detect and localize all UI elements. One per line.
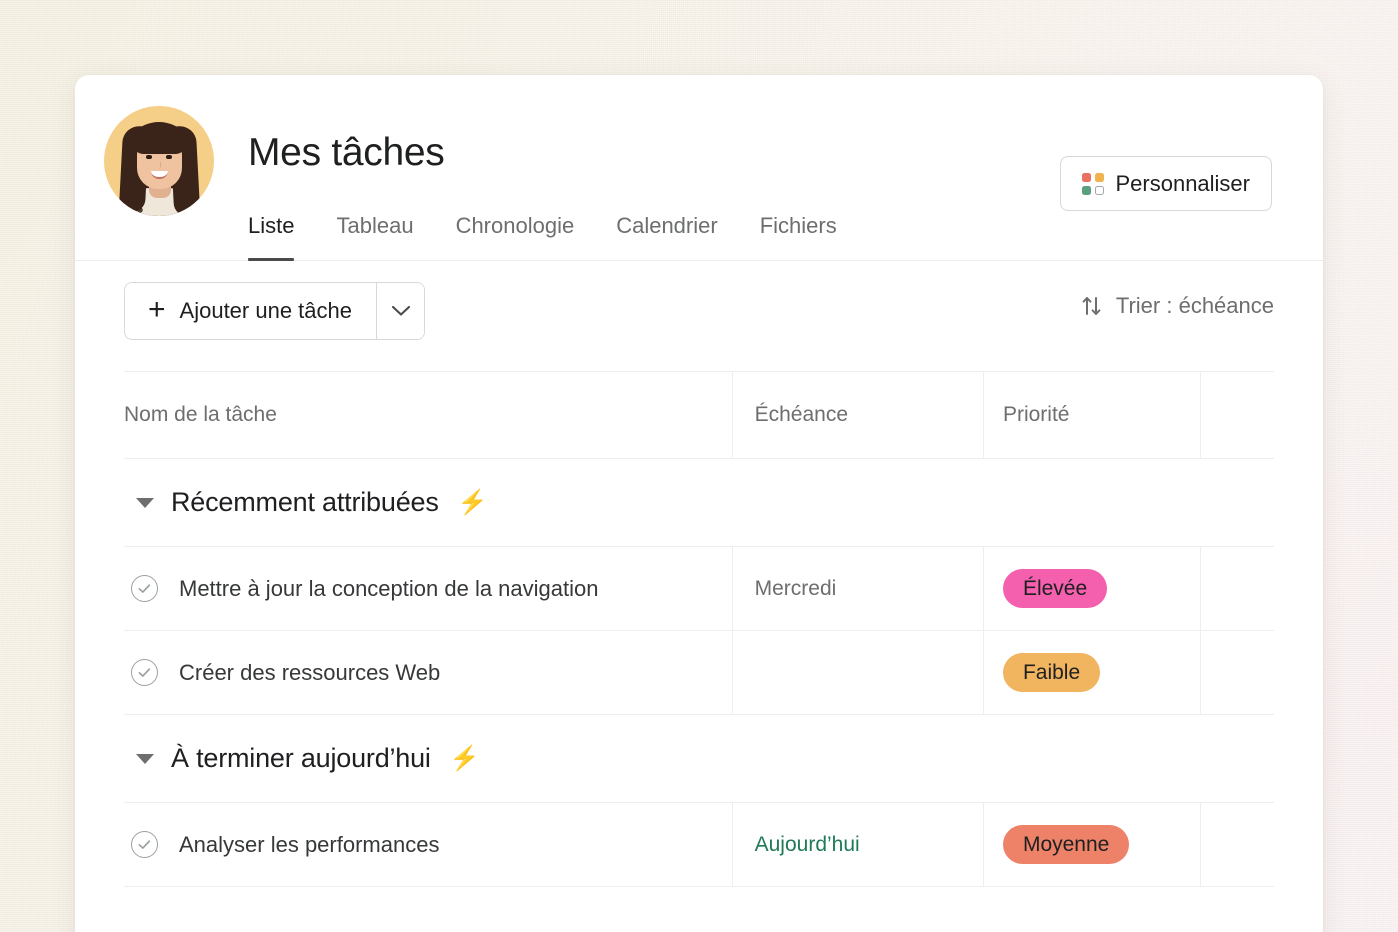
sort-label: Trier : échéance xyxy=(1115,293,1274,318)
tab-tableau[interactable]: Tableau xyxy=(336,213,413,261)
table-row[interactable]: Créer des ressources Web Faible xyxy=(124,631,1274,715)
avatar-fringe xyxy=(134,128,185,154)
task-name-cell: Analyser les performances xyxy=(124,803,732,886)
toolbar: + Ajouter une tâche Trier : échéance xyxy=(75,261,1323,371)
column-header-priority: Priorité xyxy=(1002,403,1070,426)
task-due: Aujourd’hui xyxy=(754,832,860,856)
caret-down-icon[interactable] xyxy=(136,753,154,764)
task-priority-cell[interactable]: Élevée xyxy=(982,547,1200,630)
view-tabs: Liste Tableau Chronologie Calendrier Fic… xyxy=(248,200,837,261)
add-task-label: Ajouter une tâche xyxy=(179,298,352,323)
task-due: Mercredi xyxy=(754,576,837,600)
task-name-cell: Mettre à jour la conception de la naviga… xyxy=(124,547,732,630)
check-icon xyxy=(138,840,151,849)
task-due-cell[interactable] xyxy=(731,631,983,714)
sort-arrows-icon xyxy=(1082,297,1101,315)
status-badge[interactable]: Faible xyxy=(1002,653,1101,692)
check-circle-icon[interactable] xyxy=(131,831,158,858)
customize-button-label: Personnaliser xyxy=(1115,170,1250,196)
task-name: Analyser les performances xyxy=(179,831,440,857)
section-title: À terminer aujourd’hui xyxy=(171,743,431,773)
avatar-eye-left xyxy=(146,155,152,159)
table-row[interactable]: Analyser les performances Aujourd’hui Mo… xyxy=(124,803,1274,887)
chevron-down-icon xyxy=(391,305,410,316)
column-header-priority-cell: Priorité xyxy=(982,372,1200,458)
my-tasks-card: Mes tâches Liste Tableau Chronologie Cal… xyxy=(75,75,1323,932)
task-name: Créer des ressources Web xyxy=(179,659,441,685)
card-header: Mes tâches Liste Tableau Chronologie Cal… xyxy=(75,75,1323,261)
table-header-row: Nom de la tâche Échéance Priorité xyxy=(124,371,1274,459)
table-row[interactable]: Mettre à jour la conception de la naviga… xyxy=(124,547,1274,631)
status-badge[interactable]: Moyenne xyxy=(1002,825,1130,864)
page-title: Mes tâches xyxy=(248,131,445,174)
check-icon xyxy=(138,584,151,593)
customize-button[interactable]: Personnaliser xyxy=(1060,156,1272,211)
section-title: Récemment attribuées xyxy=(171,487,439,517)
add-task-dropdown-button[interactable] xyxy=(376,283,424,339)
caret-down-icon[interactable] xyxy=(136,497,154,508)
grid-icon xyxy=(1082,172,1105,195)
task-table: Nom de la tâche Échéance Priorité Récemm… xyxy=(124,371,1274,887)
check-icon xyxy=(138,668,151,677)
plus-icon: + xyxy=(148,292,166,326)
avatar-brow-right xyxy=(164,150,173,153)
lightning-bolt-icon: ⚡ xyxy=(449,745,480,772)
section-header-recemment-attribuees[interactable]: Récemment attribuées ⚡ xyxy=(124,459,1274,547)
check-circle-icon[interactable] xyxy=(131,575,158,602)
tab-fichiers[interactable]: Fichiers xyxy=(760,213,837,261)
column-header-name: Nom de la tâche xyxy=(124,403,277,426)
column-header-due: Échéance xyxy=(754,403,849,426)
avatar[interactable] xyxy=(104,106,214,216)
column-header-due-cell: Échéance xyxy=(731,372,983,458)
task-name: Mettre à jour la conception de la naviga… xyxy=(179,575,599,601)
tab-liste[interactable]: Liste xyxy=(248,213,295,261)
lightning-bolt-icon: ⚡ xyxy=(457,489,488,516)
task-due-cell[interactable]: Mercredi xyxy=(731,547,983,630)
task-priority-cell[interactable]: Faible xyxy=(982,631,1200,714)
task-extra-cell[interactable] xyxy=(1199,631,1274,714)
sort-button[interactable]: Trier : échéance xyxy=(1080,293,1274,319)
section-header-a-terminer-aujourdhui[interactable]: À terminer aujourd’hui ⚡ xyxy=(124,715,1274,803)
task-name-cell: Créer des ressources Web xyxy=(124,631,732,714)
add-task-split-button: + Ajouter une tâche xyxy=(124,282,425,340)
task-extra-cell[interactable] xyxy=(1199,547,1274,630)
task-extra-cell[interactable] xyxy=(1199,803,1274,886)
check-circle-icon[interactable] xyxy=(131,659,158,686)
column-header-name-cell: Nom de la tâche xyxy=(124,372,732,458)
status-badge[interactable]: Élevée xyxy=(1002,569,1108,608)
task-priority-cell[interactable]: Moyenne xyxy=(982,803,1200,886)
tab-chronologie[interactable]: Chronologie xyxy=(456,213,575,261)
task-due-cell[interactable]: Aujourd’hui xyxy=(731,803,983,886)
avatar-brow-left xyxy=(144,150,153,153)
column-header-extra-cell[interactable] xyxy=(1199,372,1274,458)
avatar-eye-right xyxy=(166,155,172,159)
tab-calendrier[interactable]: Calendrier xyxy=(616,213,718,261)
add-task-button[interactable]: + Ajouter une tâche xyxy=(125,283,376,339)
